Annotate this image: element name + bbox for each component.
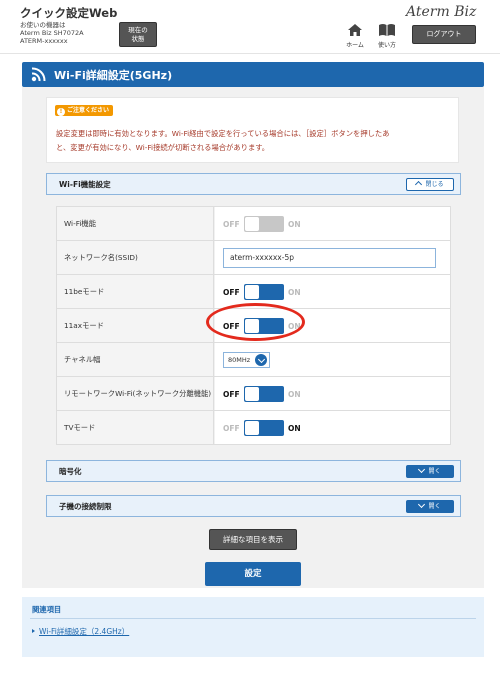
header: クイック設定Web お使いの機器は Aterm Biz SH7072A ATER… <box>0 0 500 54</box>
ssid-input[interactable]: aterm-xxxxxx-5p <box>223 248 436 268</box>
related-link-label: Wi-Fi詳細設定（2.4GHz） <box>39 627 130 636</box>
collapse-button[interactable]: 閉じる <box>406 178 454 191</box>
expand-label: 開く <box>428 468 441 475</box>
row-label: Wi-Fi機能 <box>57 207 214 240</box>
guide-nav[interactable]: 使い方 <box>374 23 400 49</box>
section-title: 暗号化 <box>59 467 82 476</box>
divider <box>30 618 476 619</box>
page-title-bar: Wi-Fi詳細設定(5GHz) <box>22 62 484 87</box>
toggle-knob <box>245 285 259 299</box>
toggle-track <box>244 216 284 232</box>
client-limit-section-header: 子機の接続制限 開く <box>46 495 461 517</box>
table-row: リモートワークWi-Fi(ネットワーク分離機能) OFF ON <box>57 377 450 411</box>
home-icon <box>348 24 362 36</box>
toggle-knob <box>245 387 259 401</box>
notice-box: ! ご注意ください 設定変更は即時に有効となります。Wi-Fi経由で設定を行ってい… <box>46 97 459 163</box>
collapse-label: 閉じる <box>425 181 444 188</box>
expand-button[interactable]: 開く <box>406 465 454 478</box>
notice-badge-label: ご注意ください <box>67 107 110 114</box>
wifi-function-toggle[interactable]: OFF ON <box>223 216 301 232</box>
toggle-on-label: ON <box>288 423 301 433</box>
row-label: ネットワーク名(SSID) <box>57 241 214 274</box>
table-row: TVモード OFF ON <box>57 411 450 445</box>
notice-line: 設定変更は即時に有効となります。Wi-Fi経由で設定を行っている場合には、［設定… <box>56 129 390 138</box>
toggle-off-label: OFF <box>223 219 240 229</box>
chevron-down-icon <box>255 354 267 366</box>
toggle-off-label: OFF <box>223 423 240 433</box>
home-nav[interactable]: ホーム <box>343 23 367 49</box>
notice-text: 設定変更は即時に有効となります。Wi-Fi経由で設定を行っている場合には、［設定… <box>56 127 454 155</box>
toggle-off-label: OFF <box>223 287 240 297</box>
logout-button[interactable]: ログアウト <box>412 25 476 44</box>
triangle-right-icon <box>32 629 35 633</box>
toggle-off-label: OFF <box>223 389 240 399</box>
show-details-button[interactable]: 詳細な項目を表示 <box>209 529 297 550</box>
expand-button[interactable]: 開く <box>406 500 454 513</box>
chevron-down-icon <box>418 465 426 474</box>
row-value: 80MHz <box>215 343 450 376</box>
current-status-button[interactable]: 現在の 状態 <box>119 22 157 47</box>
wifi-settings-section-header: Wi-Fi機能設定 閉じる <box>46 173 461 195</box>
toggle-track <box>244 420 284 436</box>
toggle-on-label: ON <box>288 219 301 229</box>
related-items: 関連項目 Wi-Fi詳細設定（2.4GHz） <box>22 597 484 657</box>
section-title: Wi-Fi機能設定 <box>59 180 111 189</box>
status-button-line2: 状態 <box>131 34 145 43</box>
row-value: aterm-xxxxxx-5p <box>215 241 450 274</box>
section-title: 子機の接続制限 <box>59 502 112 511</box>
device-label: お使いの機器は <box>20 21 66 29</box>
row-label: 11beモード <box>57 275 214 308</box>
device-model: Aterm Biz SH7072A <box>20 29 84 37</box>
toggle-on-label: ON <box>288 287 301 297</box>
app-title: クイック設定Web <box>20 6 118 20</box>
chevron-up-icon <box>415 180 423 189</box>
apply-button[interactable]: 設定 <box>205 562 301 586</box>
table-row: ネットワーク名(SSID) aterm-xxxxxx-5p <box>57 241 450 275</box>
select-value: 80MHz <box>228 356 251 364</box>
exclamation-icon: ! <box>57 108 65 116</box>
row-value: OFF ON <box>215 377 450 410</box>
chevron-down-icon <box>418 500 426 509</box>
wifi-icon <box>31 67 46 82</box>
notice-line: と、変更が有効になり、Wi-Fi接続が切断される場合があります。 <box>56 143 270 152</box>
table-row: チャネル幅 80MHz <box>57 343 450 377</box>
toggle-knob <box>245 421 259 435</box>
device-id: ATERM-xxxxxx <box>20 37 68 45</box>
11be-mode-toggle[interactable]: OFF ON <box>223 284 301 300</box>
page-title: Wi-Fi詳細設定(5GHz) <box>54 69 173 82</box>
toggle-on-label: ON <box>288 389 301 399</box>
remote-work-wifi-toggle[interactable]: OFF ON <box>223 386 301 402</box>
encryption-section-header: 暗号化 開く <box>46 460 461 482</box>
row-label: TVモード <box>57 411 214 444</box>
device-info: お使いの機器は Aterm Biz SH7072A ATERM-xxxxxx <box>20 21 84 45</box>
row-value: OFF ON <box>215 411 450 444</box>
highlight-circle <box>206 303 305 341</box>
toggle-track <box>244 284 284 300</box>
tv-mode-toggle[interactable]: OFF ON <box>223 420 301 436</box>
guide-label: 使い方 <box>377 42 396 49</box>
expand-label: 開く <box>428 503 441 510</box>
row-label: リモートワークWi-Fi(ネットワーク分離機能) <box>57 377 214 410</box>
brand-logo: Aterm Biz <box>406 4 477 20</box>
table-row: Wi-Fi機能 OFF ON <box>57 207 450 241</box>
related-link-wifi-24ghz[interactable]: Wi-Fi詳細設定（2.4GHz） <box>32 626 129 637</box>
book-icon <box>379 24 395 36</box>
status-button-line1: 現在の <box>128 26 148 34</box>
notice-badge: ! ご注意ください <box>55 105 114 116</box>
channel-width-select[interactable]: 80MHz <box>223 352 270 368</box>
related-title: 関連項目 <box>32 605 62 614</box>
row-label: 11axモード <box>57 309 214 342</box>
toggle-track <box>244 386 284 402</box>
row-value: OFF ON <box>215 207 450 240</box>
home-label: ホーム <box>346 42 364 49</box>
row-label: チャネル幅 <box>57 343 214 376</box>
toggle-knob <box>245 217 259 231</box>
